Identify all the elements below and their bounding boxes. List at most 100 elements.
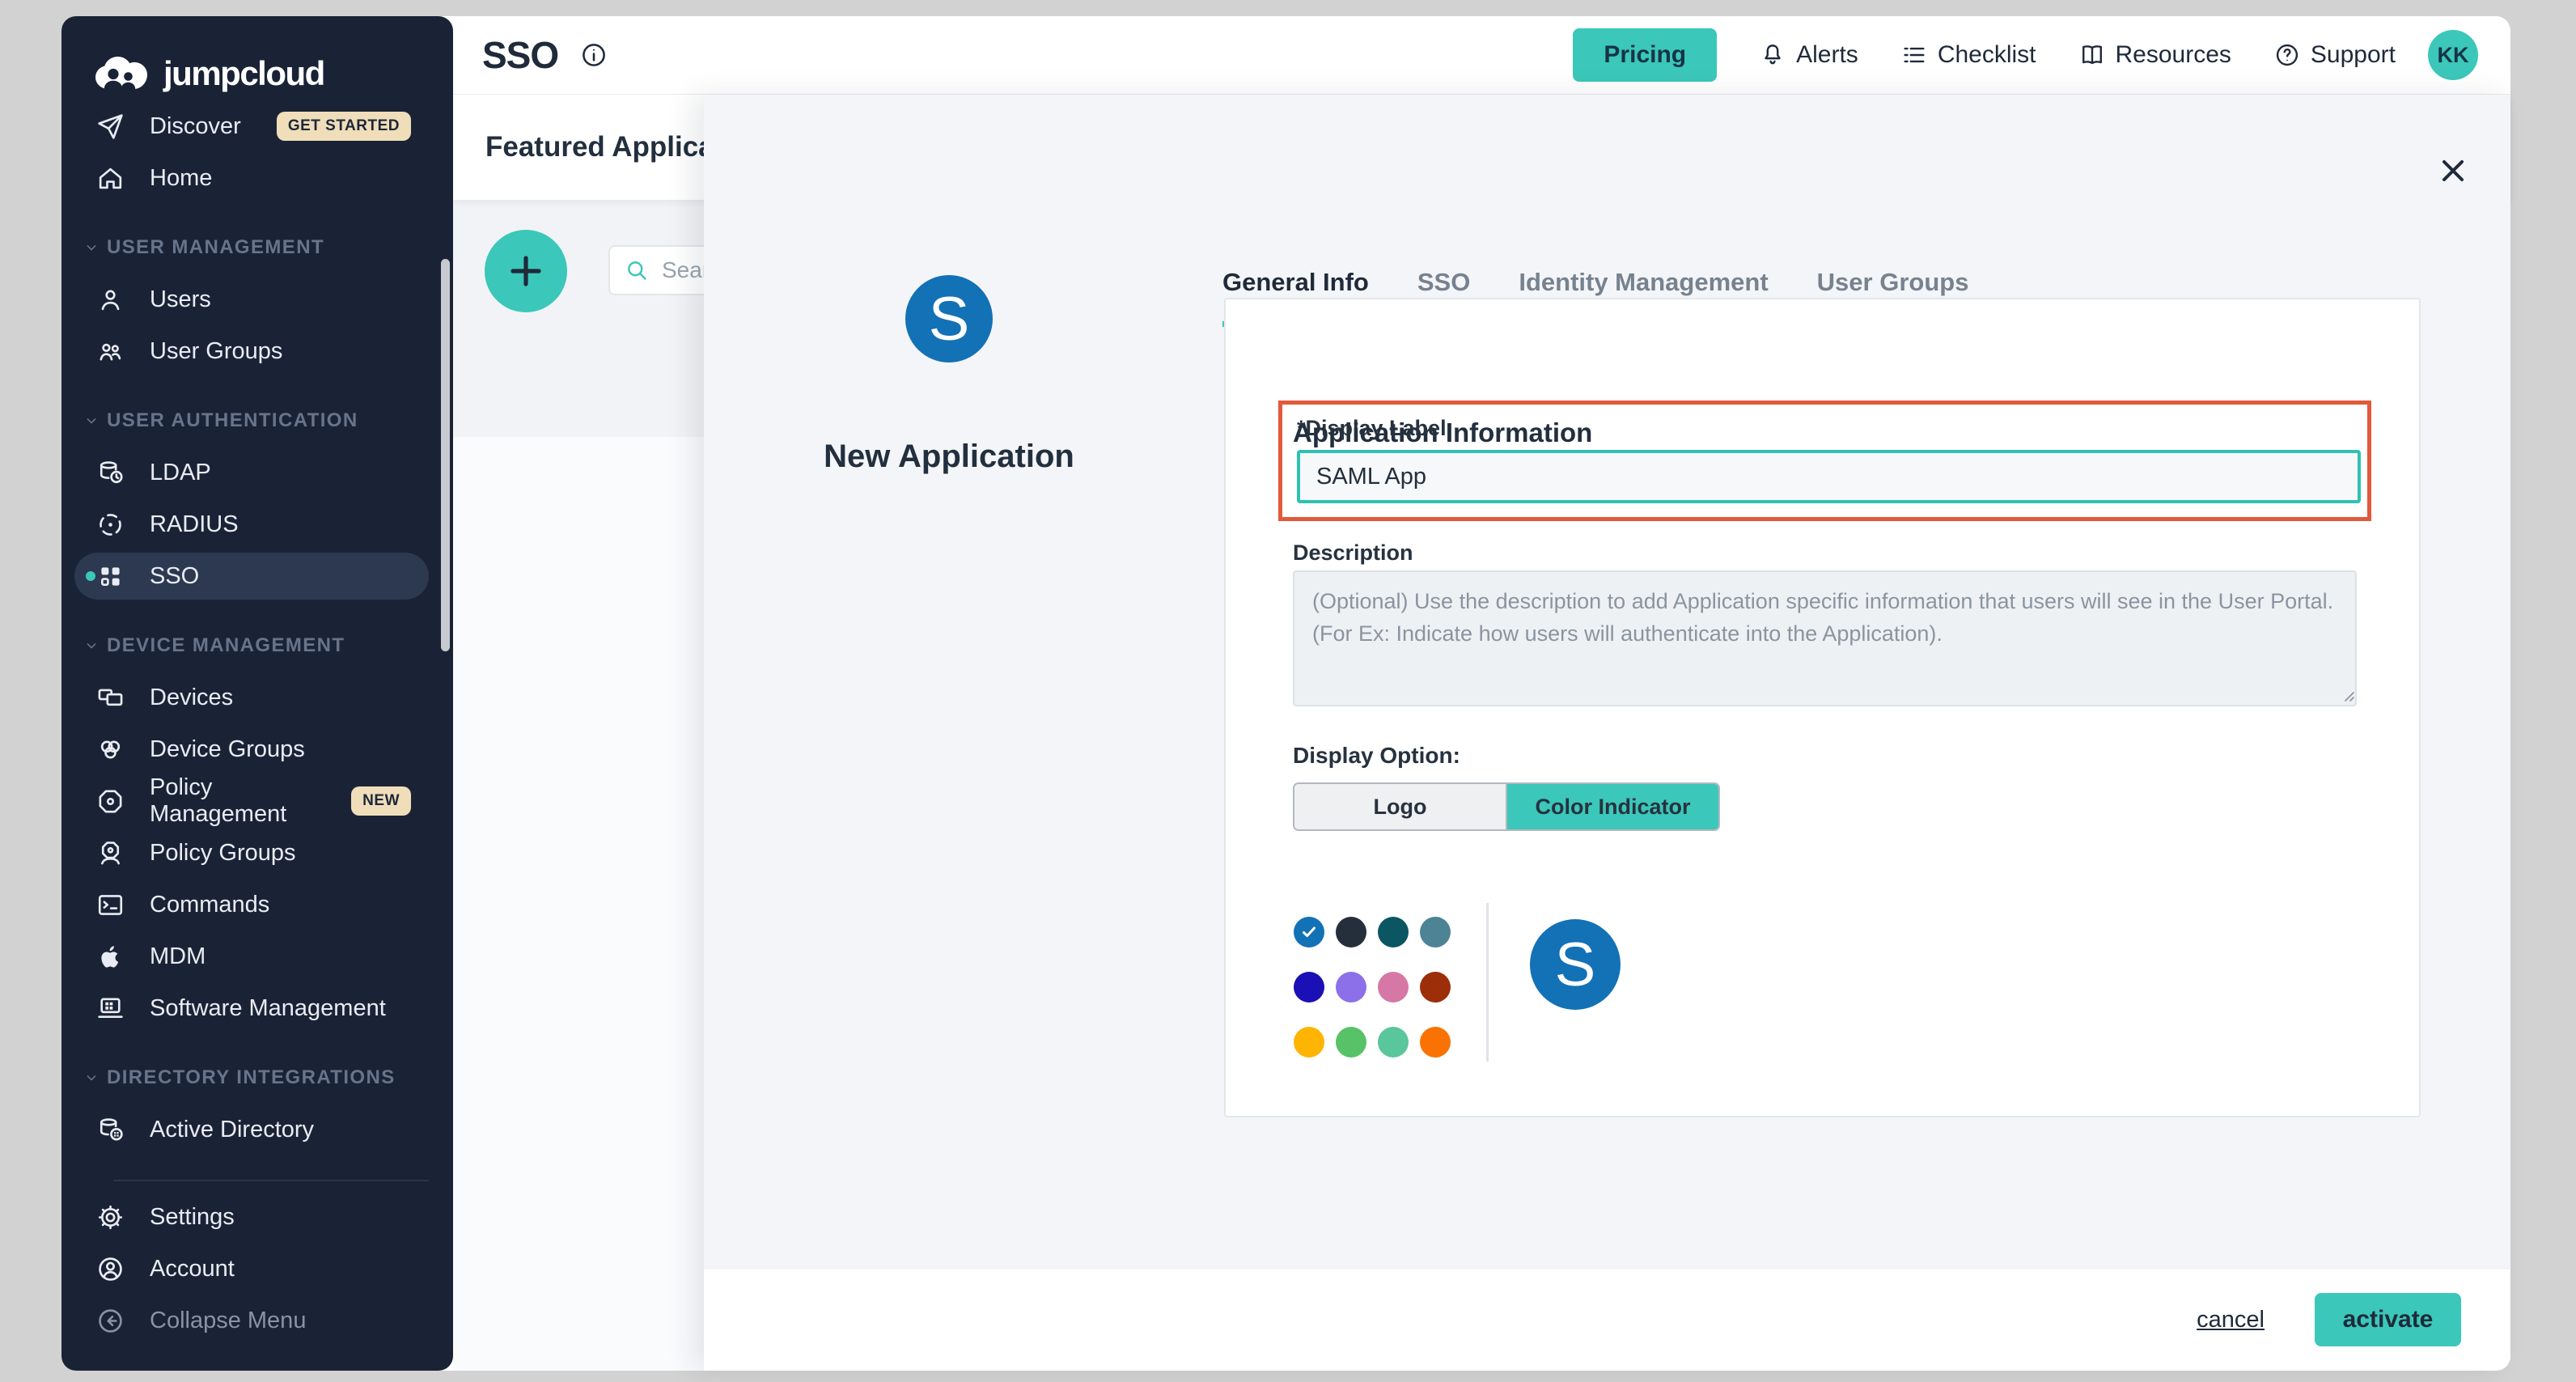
book-icon bbox=[2078, 41, 2106, 69]
sidebar-item-active-directory[interactable]: Active Directory bbox=[61, 1104, 453, 1155]
chevron-down-icon bbox=[83, 1069, 107, 1087]
application-name: New Application bbox=[704, 439, 1194, 475]
display-option-label: Display Option: bbox=[1293, 743, 1460, 769]
sidebar-item-users[interactable]: Users bbox=[61, 273, 453, 325]
header-item-alerts[interactable]: Alerts bbox=[1759, 41, 1858, 69]
gear-icon bbox=[95, 1202, 125, 1232]
chevron-down-icon bbox=[83, 412, 107, 430]
sidebar-item-software-management[interactable]: Software Management bbox=[61, 982, 453, 1034]
user-avatar[interactable]: KK bbox=[2428, 30, 2478, 80]
header-item-checklist[interactable]: Checklist bbox=[1900, 41, 2036, 69]
info-icon[interactable] bbox=[579, 40, 608, 70]
color-swatch-d678a6[interactable] bbox=[1378, 972, 1409, 1003]
sidebar-item-collapse-menu[interactable]: Collapse Menu bbox=[61, 1295, 453, 1346]
sidebar-item-label: Account bbox=[150, 1256, 235, 1282]
color-swatch-4d8495[interactable] bbox=[1420, 917, 1451, 947]
user-icon bbox=[95, 285, 125, 315]
sidebar-section-device-management[interactable]: DEVICE MANAGEMENT bbox=[61, 620, 453, 672]
application-information-card: Application Information *Display Label D… bbox=[1224, 298, 2421, 1117]
chevron-down-icon bbox=[83, 239, 107, 256]
new-application-modal: S New Application General InfoSSOIdentit… bbox=[704, 95, 2510, 1371]
sidebar-item-label: Active Directory bbox=[150, 1117, 314, 1143]
header-item-resources[interactable]: Resources bbox=[2078, 41, 2231, 69]
sidebar-item-label: LDAP bbox=[150, 460, 211, 486]
header-nav: Pricing Alerts Checklist Resources Support bbox=[1573, 28, 2396, 82]
sidebar-item-label: Collapse Menu bbox=[150, 1308, 306, 1334]
sidebar-item-home[interactable]: Home bbox=[61, 152, 453, 204]
display-option-color-indicator[interactable]: Color Indicator bbox=[1507, 784, 1718, 829]
help-icon bbox=[2273, 41, 2301, 69]
sidebar-item-commands[interactable]: Commands bbox=[61, 879, 453, 931]
color-swatch-0b5662[interactable] bbox=[1378, 917, 1409, 947]
sidebar-item-label: Software Management bbox=[150, 995, 386, 1022]
collapse-icon bbox=[95, 1306, 125, 1336]
application-avatar: S bbox=[905, 275, 993, 362]
sidebar-item-label: User Groups bbox=[150, 338, 282, 365]
sidebar-item-settings[interactable]: Settings bbox=[61, 1191, 453, 1243]
sidebar-item-label: Policy Management bbox=[150, 774, 351, 828]
description-label: Description bbox=[1293, 541, 1413, 566]
sidebar-item-ldap[interactable]: LDAP bbox=[61, 447, 453, 498]
color-swatch-8b70ea[interactable] bbox=[1336, 972, 1366, 1003]
account-icon bbox=[95, 1254, 125, 1284]
color-swatch-252f3c[interactable] bbox=[1336, 917, 1366, 947]
jumpcloud-logo-text: jumpcloud bbox=[163, 54, 324, 93]
activate-button[interactable]: activate bbox=[2315, 1293, 2461, 1346]
chevron-down-icon bbox=[83, 637, 107, 655]
sidebar-item-label: Commands bbox=[150, 892, 269, 918]
user-groups-icon bbox=[95, 337, 125, 367]
sidebar-item-label: Devices bbox=[150, 685, 233, 711]
color-swatch-9c2e0a[interactable] bbox=[1420, 972, 1451, 1003]
sidebar-section-user-authentication[interactable]: USER AUTHENTICATION bbox=[61, 395, 453, 447]
sidebar-item-label: RADIUS bbox=[150, 511, 239, 538]
sidebar-item-policy-groups[interactable]: Policy Groups bbox=[61, 827, 453, 879]
close-icon[interactable] bbox=[2435, 153, 2471, 189]
color-swatch-57c267[interactable] bbox=[1336, 1027, 1366, 1058]
sidebar-item-device-groups[interactable]: Device Groups bbox=[61, 723, 453, 775]
sidebar-item-policy-management[interactable]: Policy ManagementNEW bbox=[61, 775, 453, 827]
jumpcloud-logo[interactable]: jumpcloud bbox=[61, 47, 453, 100]
device-groups-icon bbox=[95, 735, 125, 765]
display-label-highlight: *Display Label bbox=[1278, 401, 2371, 521]
add-application-button[interactable] bbox=[485, 230, 567, 312]
display-label-label: *Display Label bbox=[1297, 416, 1447, 441]
cancel-button[interactable]: cancel bbox=[2197, 1307, 2265, 1333]
color-swatch-59c69b[interactable] bbox=[1378, 1027, 1409, 1058]
sidebar-section-user-management[interactable]: USER MANAGEMENT bbox=[61, 222, 453, 273]
color-swatch-1371b6[interactable] bbox=[1294, 917, 1324, 947]
apple-icon bbox=[95, 942, 125, 972]
sidebar-section-directory-integrations[interactable]: DIRECTORY INTEGRATIONS bbox=[61, 1052, 453, 1104]
sidebar-item-label: MDM bbox=[150, 943, 205, 970]
display-label-input[interactable] bbox=[1297, 450, 2361, 503]
plus-icon bbox=[505, 250, 547, 292]
sidebar-item-mdm[interactable]: MDM bbox=[61, 931, 453, 982]
sidebar-badge: NEW bbox=[351, 786, 411, 816]
sidebar-item-devices[interactable]: Devices bbox=[61, 672, 453, 723]
pricing-button[interactable]: Pricing bbox=[1573, 28, 1717, 82]
display-option-logo[interactable]: Logo bbox=[1294, 784, 1507, 829]
description-textarea[interactable] bbox=[1293, 570, 2357, 706]
sidebar-item-label: Discover bbox=[150, 113, 241, 140]
sidebar-item-sso[interactable]: SSO bbox=[61, 550, 453, 602]
header-item-support[interactable]: Support bbox=[2273, 41, 2396, 69]
modal-footer: cancel activate bbox=[704, 1268, 2510, 1371]
sidebar-item-user-groups[interactable]: User Groups bbox=[61, 325, 453, 377]
active-directory-icon bbox=[95, 1115, 125, 1145]
swatch-divider bbox=[1486, 903, 1489, 1062]
sidebar-item-radius[interactable]: RADIUS bbox=[61, 498, 453, 550]
search-icon bbox=[623, 256, 650, 284]
color-swatch-fa7302[interactable] bbox=[1420, 1027, 1451, 1058]
sidebar-item-label: Device Groups bbox=[150, 736, 305, 763]
sidebar-item-account[interactable]: Account bbox=[61, 1243, 453, 1295]
active-dot bbox=[86, 571, 95, 581]
color-swatch-fdb402[interactable] bbox=[1294, 1027, 1324, 1058]
sidebar-item-discover[interactable]: DiscoverGET STARTED bbox=[61, 100, 453, 152]
sidebar-item-label: SSO bbox=[150, 563, 199, 590]
color-swatch-1a10b5[interactable] bbox=[1294, 972, 1324, 1003]
checklist-icon bbox=[1900, 41, 1928, 69]
page-title: SSO bbox=[482, 33, 558, 77]
radius-icon bbox=[95, 510, 125, 540]
devices-icon bbox=[95, 683, 125, 713]
sidebar-item-label: Settings bbox=[150, 1204, 235, 1231]
sidebar-scrollbar[interactable] bbox=[441, 259, 450, 651]
